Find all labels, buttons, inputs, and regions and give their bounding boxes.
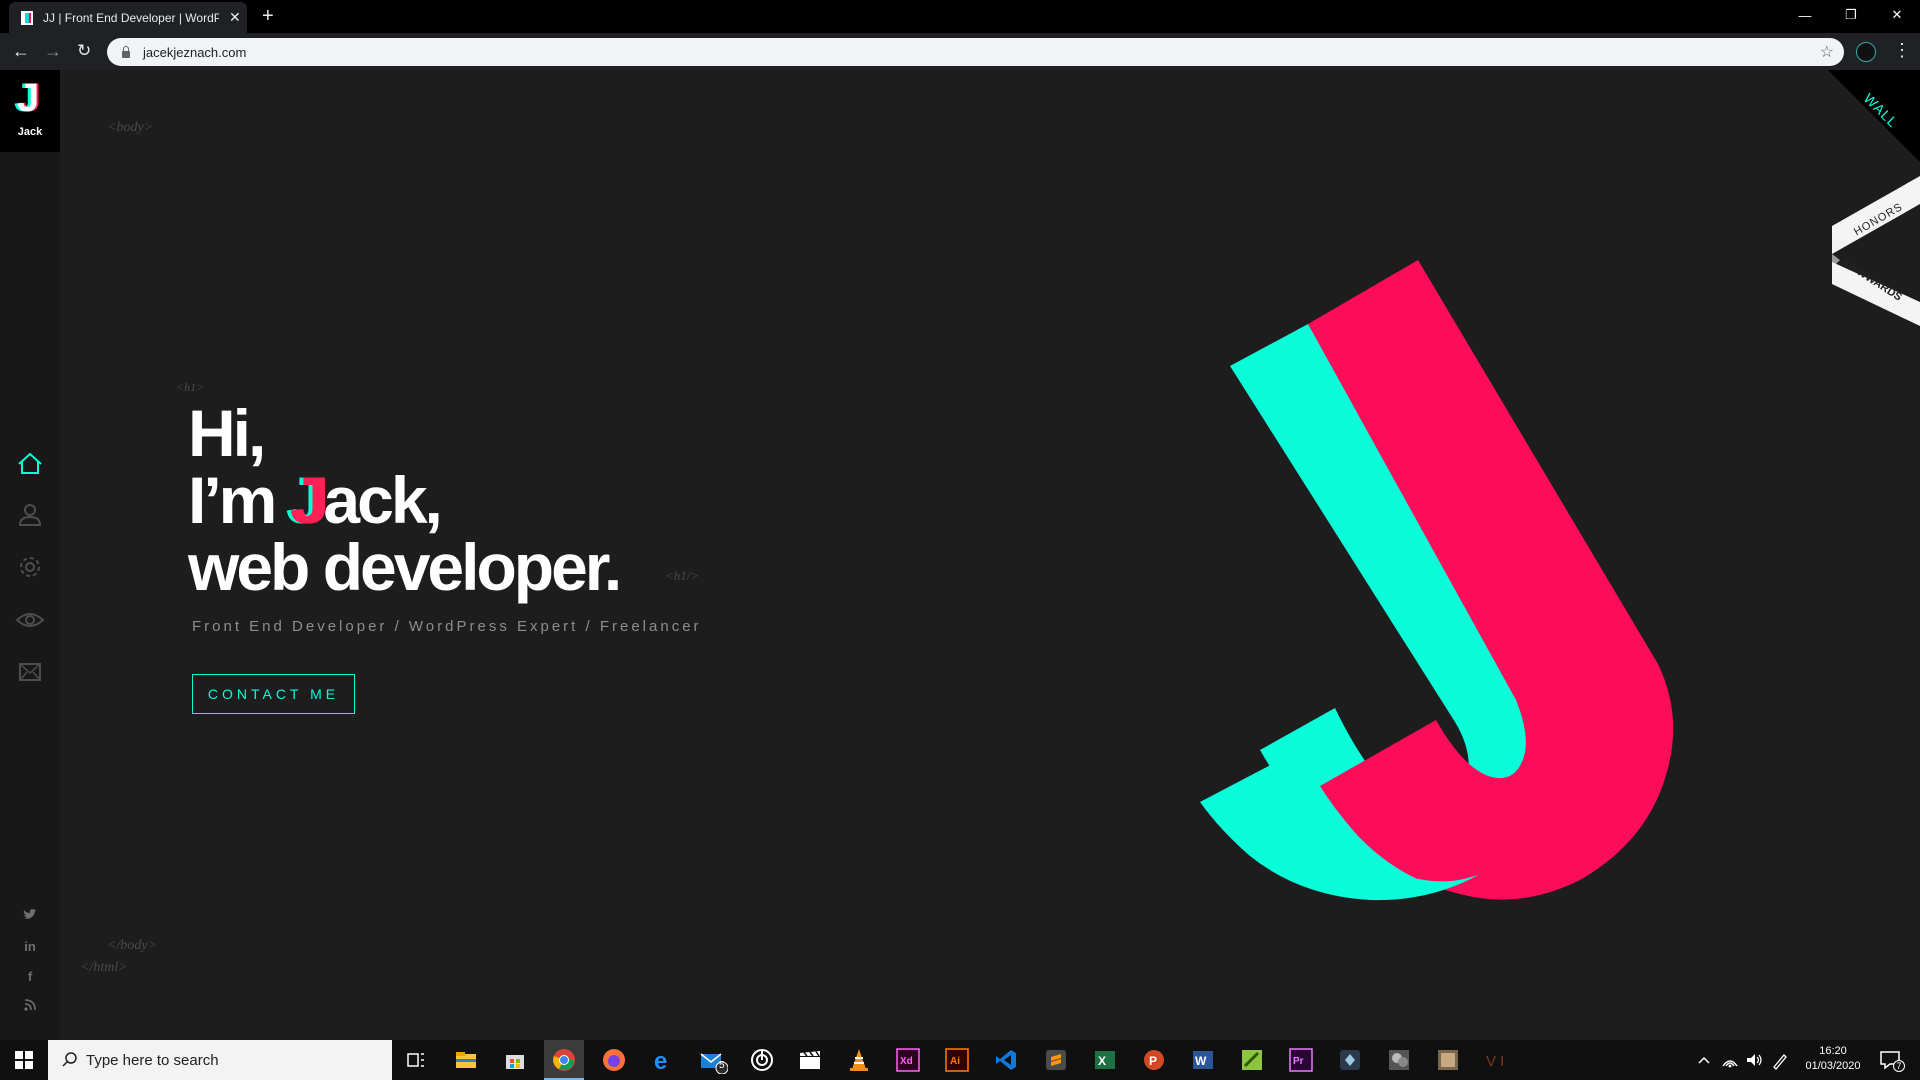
store-icon[interactable] (503, 1048, 527, 1072)
app-icon-vi[interactable]: V I (1484, 1048, 1514, 1072)
new-tab-button[interactable]: + (262, 5, 274, 28)
volume-icon[interactable] (1744, 1048, 1764, 1072)
svg-text:Xd: Xd (900, 1056, 913, 1067)
premiere-pro-icon[interactable]: Pr (1289, 1048, 1313, 1072)
profile-avatar[interactable] (1856, 42, 1876, 62)
web-page: J Jack in f <body> <h1> <h1/> </body> </… (0, 70, 1920, 1040)
notification-badge: 7 (1893, 1060, 1905, 1072)
h1-close-tag: <h1/> (665, 568, 700, 583)
address-bar[interactable]: jacekjeznach.com ☆ (107, 38, 1844, 66)
task-view-icon[interactable] (404, 1048, 428, 1072)
facebook-icon[interactable]: f (0, 962, 60, 992)
taskbar-clock[interactable]: 16:20 01/03/2020 (1801, 1044, 1865, 1074)
svg-text:Pr: Pr (1293, 1056, 1304, 1067)
side-nav (0, 442, 60, 697)
taskbar-search-box[interactable]: Type here to search (48, 1040, 392, 1080)
logo-letter: J (17, 76, 40, 120)
adobe-xd-icon[interactable]: Xd (896, 1048, 920, 1072)
hero-subtitle: Front End Developer / WordPress Expert /… (192, 618, 702, 635)
eye-icon[interactable] (0, 595, 60, 646)
windows-logo-icon (15, 1051, 33, 1069)
h1-open-tag: <h1> (176, 380, 205, 394)
home-icon[interactable] (0, 442, 60, 493)
show-hidden-icons-icon[interactable] (1696, 1048, 1712, 1072)
groove-icon[interactable] (750, 1048, 774, 1072)
taskbar: Type here to search e 5 Xd Ai X P W Pr V… (0, 1040, 1920, 1080)
svg-text:V I: V I (1486, 1053, 1504, 1070)
excel-icon[interactable]: X (1093, 1048, 1117, 1072)
windows-start-button[interactable] (0, 1040, 48, 1080)
mail-app-icon[interactable]: 5 (700, 1048, 729, 1075)
linkedin-icon[interactable]: in (0, 932, 60, 962)
app-icon-diamond[interactable] (1338, 1048, 1362, 1072)
vlc-icon[interactable] (847, 1048, 871, 1072)
user-icon[interactable] (0, 493, 60, 544)
hero-j-letter: J (289, 463, 327, 537)
social-links: in f (0, 902, 60, 1022)
mail-icon[interactable] (0, 646, 60, 697)
contact-me-button[interactable]: CONTACT ME (192, 674, 355, 714)
clock-time: 16:20 (1819, 1045, 1847, 1057)
app-icon-image[interactable] (1436, 1048, 1460, 1072)
close-window-icon[interactable]: ✕ (1874, 0, 1920, 30)
url-text: jacekjeznach.com (143, 44, 247, 60)
hero-title: Hi, I’m Jack, web developer. (188, 400, 622, 604)
firefox-icon[interactable] (602, 1048, 626, 1072)
rss-icon[interactable] (0, 992, 60, 1022)
lock-icon (121, 46, 131, 58)
word-icon[interactable]: W (1191, 1048, 1215, 1072)
hero-line-2-post: ack, (323, 463, 442, 537)
clock-date: 01/03/2020 (1805, 1060, 1861, 1072)
awwwards-ribbon[interactable] (1832, 176, 1920, 326)
html-close-tag: </html> (80, 960, 128, 975)
logo-name: Jack (17, 126, 43, 138)
svg-text:X: X (1098, 1054, 1106, 1068)
forward-icon[interactable]: → (44, 41, 62, 61)
svg-text:W: W (1195, 1054, 1207, 1068)
svg-text:P: P (1149, 1054, 1157, 1068)
search-placeholder: Type here to search (86, 1051, 219, 1069)
back-icon[interactable]: ← (12, 41, 30, 61)
sublime-text-icon[interactable] (1044, 1048, 1068, 1072)
site-favicon-icon (19, 10, 35, 26)
body-close-tag: </body> (107, 938, 157, 953)
window-controls: — ❐ ✕ (1782, 0, 1920, 30)
big-j-logo (1200, 260, 1674, 901)
notifications-icon[interactable]: 7 (1878, 1048, 1905, 1072)
close-tab-icon[interactable]: ✕ (229, 9, 241, 26)
chrome-taskbar-icon[interactable] (544, 1040, 584, 1080)
vscode-icon[interactable] (994, 1048, 1018, 1072)
bookmark-star-icon[interactable]: ☆ (1820, 42, 1834, 62)
restore-icon[interactable]: ❐ (1828, 0, 1874, 30)
svg-text:Ai: Ai (950, 1056, 960, 1067)
svg-text:e: e (654, 1048, 667, 1072)
hero-line-1: Hi, (188, 396, 266, 470)
browser-tab-bar: JJ | Front End Developer | WordPress ✕ +… (0, 0, 1920, 33)
mail-badge: 5 (719, 1060, 725, 1071)
site-logo[interactable]: J Jack (0, 70, 60, 152)
edge-icon[interactable]: e (651, 1048, 675, 1075)
video-editor-icon[interactable] (798, 1048, 822, 1072)
hero-line-2-pre: I’m (188, 463, 290, 537)
pen-icon[interactable] (1770, 1048, 1790, 1072)
powerpoint-icon[interactable]: P (1142, 1048, 1166, 1072)
browser-tab[interactable]: JJ | Front End Developer | WordPress ✕ (9, 2, 247, 33)
gear-icon[interactable] (0, 544, 60, 595)
reload-icon[interactable]: ↻ (77, 41, 91, 61)
file-explorer-icon[interactable] (454, 1048, 478, 1072)
twitter-icon[interactable] (0, 902, 60, 932)
hero-line-3: web developer. (188, 530, 622, 604)
hero-heading: Hi, I’m Jack, web developer. (188, 400, 622, 604)
minimize-icon[interactable]: — (1782, 0, 1828, 30)
body-open-tag: <body> (107, 120, 154, 135)
sidebar: J Jack in f (0, 70, 60, 1040)
wall-corner-link[interactable] (1828, 70, 1920, 162)
notepad-plus-icon[interactable] (1240, 1048, 1264, 1072)
browser-menu-icon[interactable]: ⋮ (1893, 41, 1911, 59)
adobe-illustrator-icon[interactable]: Ai (945, 1048, 969, 1072)
app-icon-photo[interactable] (1387, 1048, 1411, 1072)
search-icon (62, 1052, 77, 1067)
network-icon[interactable] (1720, 1048, 1740, 1072)
tab-title: JJ | Front End Developer | WordPress (43, 10, 219, 25)
